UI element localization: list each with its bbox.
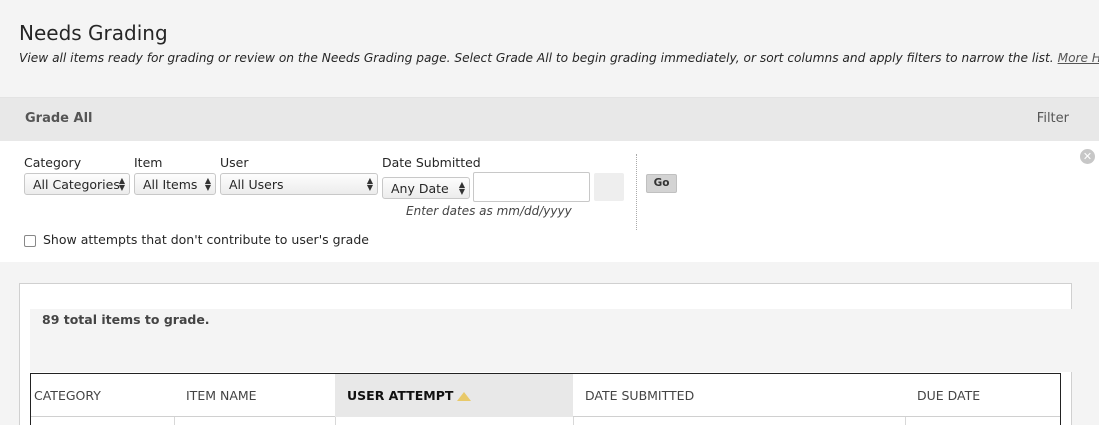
- column-header-due-date[interactable]: DUE DATE: [905, 374, 1060, 417]
- date-input[interactable]: [473, 172, 590, 202]
- select-arrows-icon: ▲ ▼: [204, 176, 211, 192]
- user-label: User: [220, 155, 249, 170]
- filter-divider: [636, 154, 637, 230]
- user-select-value: All Users: [229, 177, 284, 192]
- column-divider: [174, 417, 175, 425]
- go-button[interactable]: Go: [646, 174, 677, 193]
- page-title: Needs Grading: [19, 21, 168, 45]
- column-divider: [335, 417, 336, 425]
- close-circle-icon[interactable]: ✕: [1080, 149, 1095, 164]
- show-attempts-checkbox[interactable]: [24, 235, 36, 247]
- date-range-select-value: Any Date: [391, 181, 449, 196]
- date-submitted-label: Date Submitted: [382, 155, 481, 170]
- column-header-category[interactable]: CATEGORY: [31, 374, 183, 417]
- filter-panel: Category All Categories ▲ ▼ Item All Item…: [0, 141, 1099, 262]
- select-arrows-icon: ▲ ▼: [118, 176, 125, 192]
- page-header: Needs Grading View all items ready for g…: [0, 0, 1099, 98]
- item-select[interactable]: All Items ▲ ▼: [134, 173, 216, 195]
- more-help-link[interactable]: More Help: [1058, 51, 1099, 65]
- filter-button[interactable]: Filter: [1037, 111, 1069, 126]
- select-arrows-icon: ▲ ▼: [458, 180, 465, 196]
- date-picker-button[interactable]: [594, 173, 624, 201]
- show-attempts-label: Show attempts that don't contribute to u…: [43, 232, 369, 247]
- column-header-user-attempt[interactable]: USER ATTEMPT: [335, 374, 573, 417]
- user-select[interactable]: All Users ▲ ▼: [220, 173, 378, 195]
- select-arrows-icon: ▲ ▼: [366, 176, 373, 192]
- action-bar: Grade All Filter: [0, 98, 1099, 141]
- column-header-date-submitted[interactable]: DATE SUBMITTED: [573, 374, 905, 417]
- table-header-row: CATEGORY ITEM NAME USER ATTEMPT DATE SUB…: [31, 374, 1060, 417]
- date-format-hint: Enter dates as mm/dd/yyyy: [406, 204, 572, 218]
- category-select[interactable]: All Categories ▲ ▼: [24, 173, 130, 195]
- column-header-item-name[interactable]: ITEM NAME: [183, 374, 335, 417]
- page-description-text: View all items ready for grading or revi…: [19, 51, 1054, 65]
- total-items-count: 89 total items to grade.: [42, 312, 210, 327]
- item-label: Item: [134, 155, 163, 170]
- column-header-user-attempt-label: USER ATTEMPT: [347, 388, 454, 403]
- page-description: View all items ready for grading or revi…: [19, 51, 1099, 65]
- grading-table: CATEGORY ITEM NAME USER ATTEMPT DATE SUB…: [30, 373, 1061, 425]
- category-select-value: All Categories: [33, 177, 120, 192]
- column-divider: [573, 417, 574, 425]
- sort-ascending-icon: [457, 392, 472, 401]
- category-label: Category: [24, 155, 82, 170]
- column-divider: [905, 417, 906, 425]
- grade-all-button[interactable]: Grade All: [25, 111, 92, 126]
- date-range-select[interactable]: Any Date ▲ ▼: [382, 177, 470, 199]
- item-select-value: All Items: [143, 177, 198, 192]
- item-count-bar: 89 total items to grade.: [30, 309, 1099, 372]
